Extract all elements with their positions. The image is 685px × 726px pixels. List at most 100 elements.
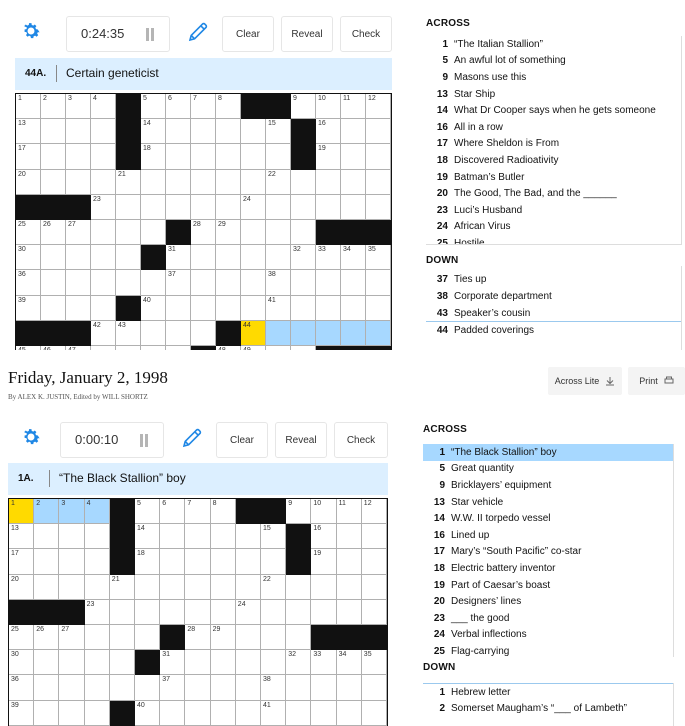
grid-cell[interactable] — [191, 169, 216, 195]
clue-item[interactable]: 24 African Virus — [426, 219, 681, 236]
grid-cell[interactable]: 2 — [41, 94, 66, 120]
grid-cell[interactable] — [191, 194, 216, 220]
grid-cell[interactable]: 36 — [9, 675, 35, 701]
grid-cell[interactable]: 37 — [166, 270, 191, 296]
grid-cell[interactable]: 8 — [210, 499, 236, 525]
grid-cell[interactable] — [185, 549, 211, 575]
grid-cell[interactable] — [34, 650, 60, 676]
grid-cell[interactable]: 22 — [266, 169, 291, 195]
pause-icon[interactable] — [139, 434, 149, 447]
grid-cell[interactable] — [66, 144, 91, 170]
grid-cell[interactable] — [261, 549, 287, 575]
grid-cell[interactable]: 17 — [16, 144, 41, 170]
grid-cell[interactable]: 21 — [109, 574, 135, 600]
grid-cell[interactable] — [286, 700, 312, 726]
clue-item[interactable]: 1 Hebrew letter — [423, 683, 673, 701]
grid-cell[interactable] — [34, 700, 60, 726]
grid-cell[interactable] — [116, 245, 141, 271]
grid-cell[interactable] — [286, 599, 312, 625]
grid-cell[interactable]: 48 — [216, 345, 241, 350]
grid-cell[interactable] — [166, 119, 191, 145]
grid-cell[interactable] — [59, 524, 85, 550]
clue-item[interactable]: 5 Great quantity — [423, 461, 673, 478]
grid-cell[interactable]: 1 — [9, 499, 35, 525]
grid-cell[interactable] — [366, 119, 391, 145]
grid-cell[interactable]: 28 — [185, 624, 211, 651]
grid-cell[interactable] — [210, 574, 236, 600]
grid-cell[interactable] — [59, 700, 85, 726]
grid-cell[interactable] — [261, 650, 287, 676]
clue-item[interactable]: 1 “The Italian Stallion” — [426, 36, 681, 53]
grid-cell[interactable] — [336, 599, 362, 625]
grid-cell[interactable] — [291, 320, 316, 346]
grid-cell[interactable] — [141, 320, 166, 346]
grid-cell[interactable] — [191, 144, 216, 170]
reveal-button[interactable]: Reveal — [275, 422, 327, 458]
grid-cell[interactable] — [191, 119, 216, 145]
grid-cell[interactable]: 10 — [311, 499, 337, 525]
clue-item[interactable]: 9 Masons use this — [426, 69, 681, 86]
clue-item[interactable]: 18 Electric battery inventor — [423, 560, 673, 577]
grid-cell[interactable] — [341, 119, 366, 145]
grid-cell[interactable] — [166, 194, 191, 220]
grid-cell[interactable] — [66, 245, 91, 271]
grid-cell[interactable]: 39 — [16, 295, 41, 321]
grid-cell[interactable] — [341, 194, 366, 220]
grid-cell[interactable] — [166, 169, 191, 195]
grid-cell[interactable] — [34, 524, 60, 550]
grid-cell[interactable]: 9 — [286, 499, 312, 525]
grid-cell[interactable] — [291, 194, 316, 220]
grid-cell[interactable]: 33 — [316, 245, 341, 271]
grid-cell[interactable] — [235, 574, 261, 600]
grid-cell[interactable] — [34, 574, 60, 600]
grid-cell[interactable] — [286, 574, 312, 600]
grid-cell[interactable] — [341, 320, 366, 346]
grid-cell[interactable] — [241, 295, 266, 321]
grid-cell[interactable] — [291, 219, 316, 246]
clue-item[interactable]: 14 W.W. II torpedo vessel — [423, 510, 673, 527]
grid-cell[interactable]: 12 — [366, 94, 391, 120]
grid-cell[interactable] — [160, 599, 186, 625]
grid-cell[interactable] — [41, 169, 66, 195]
grid-cell[interactable] — [141, 219, 166, 246]
grid-cell[interactable] — [216, 270, 241, 296]
grid-cell[interactable] — [235, 650, 261, 676]
grid-cell[interactable] — [141, 169, 166, 195]
clue-item[interactable]: 23 Luci’s Husband — [426, 202, 681, 219]
grid-cell[interactable] — [41, 119, 66, 145]
grid-cell[interactable]: 46 — [41, 345, 66, 350]
clue-item[interactable]: 19 Batman’s Butler — [426, 169, 681, 186]
grid-cell[interactable] — [216, 119, 241, 145]
clue-item[interactable]: 37 Ties up — [426, 272, 681, 289]
clue-item[interactable]: 14 What Dr Cooper says when he gets someo… — [426, 102, 681, 119]
down-list[interactable]: 1 Hebrew letter 2 Somerset Maugham’s “___ o… — [423, 683, 674, 726]
grid-cell[interactable] — [316, 169, 341, 195]
grid-cell[interactable] — [316, 270, 341, 296]
grid-cell[interactable] — [210, 700, 236, 726]
across-list[interactable]: 1 “The Black Stallion” boy 5 Great quantity… — [423, 444, 674, 657]
clue-item[interactable]: 43 Speaker’s cousin — [426, 305, 681, 322]
grid-cell[interactable] — [361, 549, 387, 575]
grid-cell[interactable] — [84, 624, 110, 651]
grid-cell[interactable]: 14 — [135, 524, 161, 550]
grid-cell[interactable] — [191, 245, 216, 271]
grid-cell[interactable] — [336, 549, 362, 575]
grid-cell[interactable] — [241, 245, 266, 271]
grid-cell[interactable] — [366, 295, 391, 321]
grid-cell[interactable] — [336, 675, 362, 701]
clue-item[interactable]: 5 An awful lot of something — [426, 53, 681, 70]
grid-cell[interactable] — [311, 700, 337, 726]
grid-cell[interactable] — [341, 270, 366, 296]
grid-cell[interactable] — [241, 119, 266, 145]
grid-cell[interactable]: 33 — [311, 650, 337, 676]
print-button[interactable]: Print — [628, 367, 685, 395]
grid-cell[interactable]: 17 — [9, 549, 35, 575]
grid-cell[interactable] — [116, 270, 141, 296]
grid-cell[interactable]: 40 — [141, 295, 166, 321]
grid-cell[interactable] — [66, 270, 91, 296]
pencil-icon[interactable] — [180, 426, 206, 452]
grid-cell[interactable] — [191, 270, 216, 296]
grid-cell[interactable] — [160, 549, 186, 575]
grid-cell[interactable] — [116, 194, 141, 220]
grid-cell[interactable] — [291, 345, 316, 350]
